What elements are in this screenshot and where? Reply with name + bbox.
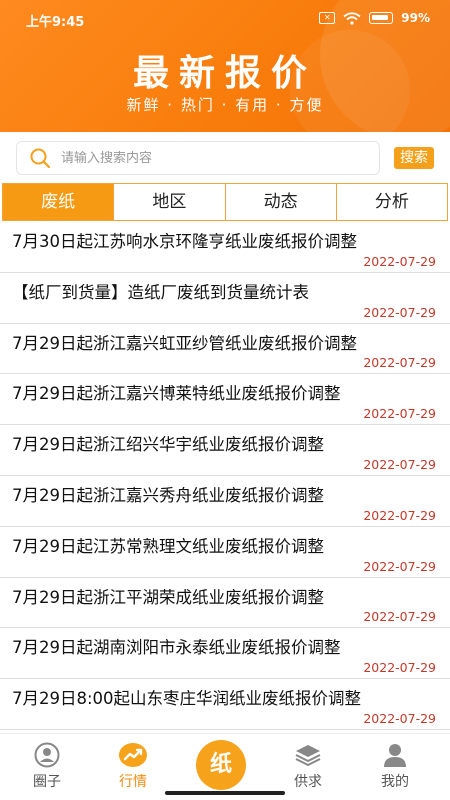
item-title: 7月29日起浙江嘉兴秀舟纸业废纸报价调整 <box>12 485 324 505</box>
item-title: 7月29日起浙江平湖荣成纸业废纸报价调整 <box>12 587 324 607</box>
item-date: 2022-07-29 <box>363 304 436 320</box>
tabbar-me-label: 我的 <box>381 774 409 790</box>
trend-up-icon <box>119 743 147 767</box>
list-item[interactable]: 7月29日起浙江平湖荣成纸业废纸报价调整 2022-07-29 <box>0 578 450 629</box>
list-item[interactable]: 7月29日起湖南浏阳市永泰纸业废纸报价调整 2022-07-29 <box>0 628 450 680</box>
layers-icon <box>295 745 321 767</box>
category-tabs: 废纸 地区 动态 分析 <box>2 183 448 221</box>
price-list: 7月30日起江苏响水京环隆亨纸业废纸报价调整 2022-07-29 【纸厂到货量… <box>0 222 450 730</box>
list-item[interactable]: 7月30日起江苏响水京环隆亨纸业废纸报价调整 2022-07-29 <box>0 222 450 273</box>
tabbar-supply-demand-label: 供求 <box>294 774 322 790</box>
search-icon <box>30 148 51 169</box>
tabbar-circle-label: 圈子 <box>33 774 61 790</box>
item-title: 7月29日8:00起山东枣庄华润纸业废纸报价调整 <box>12 689 362 709</box>
list-item[interactable]: 7月29日起浙江嘉兴博莱特纸业废纸报价调整 2022-07-29 <box>0 374 450 426</box>
tabbar-circle[interactable]: 圈子 <box>2 734 92 791</box>
page-subtitle: 新鲜 · 热门 · 有用 · 方便 <box>126 96 324 114</box>
home-indicator <box>165 791 285 795</box>
status-bar: 上午9:45 ✕ 99% <box>0 0 450 36</box>
search-button[interactable]: 搜索 <box>394 147 434 169</box>
tab-waste-paper[interactable]: 废纸 <box>3 184 114 220</box>
list-item[interactable]: 7月29日起江苏常熟理文纸业废纸报价调整 2022-07-29 <box>0 527 450 578</box>
user-icon <box>384 744 406 767</box>
item-date: 2022-07-29 <box>363 355 436 371</box>
tab-analysis[interactable]: 分析 <box>335 184 447 220</box>
battery-level: 99% <box>401 11 430 25</box>
list-item[interactable]: 7月29日起浙江绍兴华宇纸业废纸报价调整 2022-07-29 <box>0 425 450 476</box>
item-title: 7月30日起江苏响水京环隆亨纸业废纸报价调整 <box>12 232 357 251</box>
item-date: 2022-07-29 <box>363 406 436 422</box>
battery-icon <box>369 12 394 24</box>
tab-news[interactable]: 动态 <box>224 184 336 220</box>
page-title: 最新报价 <box>132 53 317 94</box>
sim-icon: ✕ <box>319 12 336 24</box>
search-row: 搜索 <box>0 138 450 178</box>
paper-center-button[interactable]: 纸 <box>196 740 246 790</box>
item-date: 2022-07-29 <box>363 609 436 625</box>
user-circle-icon <box>34 742 60 768</box>
item-title: 7月29日起湖南浏阳市永泰纸业废纸报价调整 <box>12 638 341 658</box>
tabbar-market[interactable]: 行情 <box>88 734 178 791</box>
wifi-icon <box>343 11 361 25</box>
status-icons: ✕ 99% <box>319 11 430 25</box>
tabbar-market-label: 行情 <box>119 774 147 790</box>
tabbar-me[interactable]: 我的 <box>350 734 440 791</box>
item-title: 7月29日起浙江嘉兴虹亚纱管纸业废纸报价调整 <box>12 333 357 353</box>
tab-region[interactable]: 地区 <box>113 184 225 220</box>
status-time: 上午9:45 <box>26 15 85 30</box>
bottom-tab-bar: 圈子 行情 纸 供求 我的 <box>0 733 450 800</box>
search-box[interactable] <box>16 141 380 175</box>
item-date: 2022-07-29 <box>363 660 436 676</box>
list-item[interactable]: 7月29日8:00起山东枣庄华润纸业废纸报价调整 2022-07-29 <box>0 679 450 730</box>
item-title: 7月29日起江苏常熟理文纸业废纸报价调整 <box>12 536 324 556</box>
item-date: 2022-07-29 <box>363 558 436 574</box>
list-item[interactable]: 7月29日起浙江嘉兴秀舟纸业废纸报价调整 2022-07-29 <box>0 476 450 527</box>
item-date: 2022-07-29 <box>363 710 436 726</box>
item-title: 【纸厂到货量】造纸厂废纸到货量统计表 <box>12 282 309 302</box>
list-item[interactable]: 【纸厂到货量】造纸厂废纸到货量统计表 2022-07-29 <box>0 273 450 324</box>
search-input[interactable] <box>61 150 379 166</box>
list-item[interactable]: 7月29日起浙江嘉兴虹亚纱管纸业废纸报价调整 2022-07-29 <box>0 324 450 375</box>
item-date: 2022-07-29 <box>363 507 436 523</box>
item-title: 7月29日起浙江嘉兴博莱特纸业废纸报价调整 <box>12 384 341 404</box>
item-date: 2022-07-29 <box>363 253 436 269</box>
tabbar-supply-demand[interactable]: 供求 <box>263 734 353 791</box>
item-title: 7月29日起浙江绍兴华宇纸业废纸报价调整 <box>12 435 324 455</box>
header: 上午9:45 ✕ 99% 最新报价 新鲜 · 热门 · 有用 · 方便 <box>0 0 450 132</box>
item-date: 2022-07-29 <box>363 456 436 472</box>
